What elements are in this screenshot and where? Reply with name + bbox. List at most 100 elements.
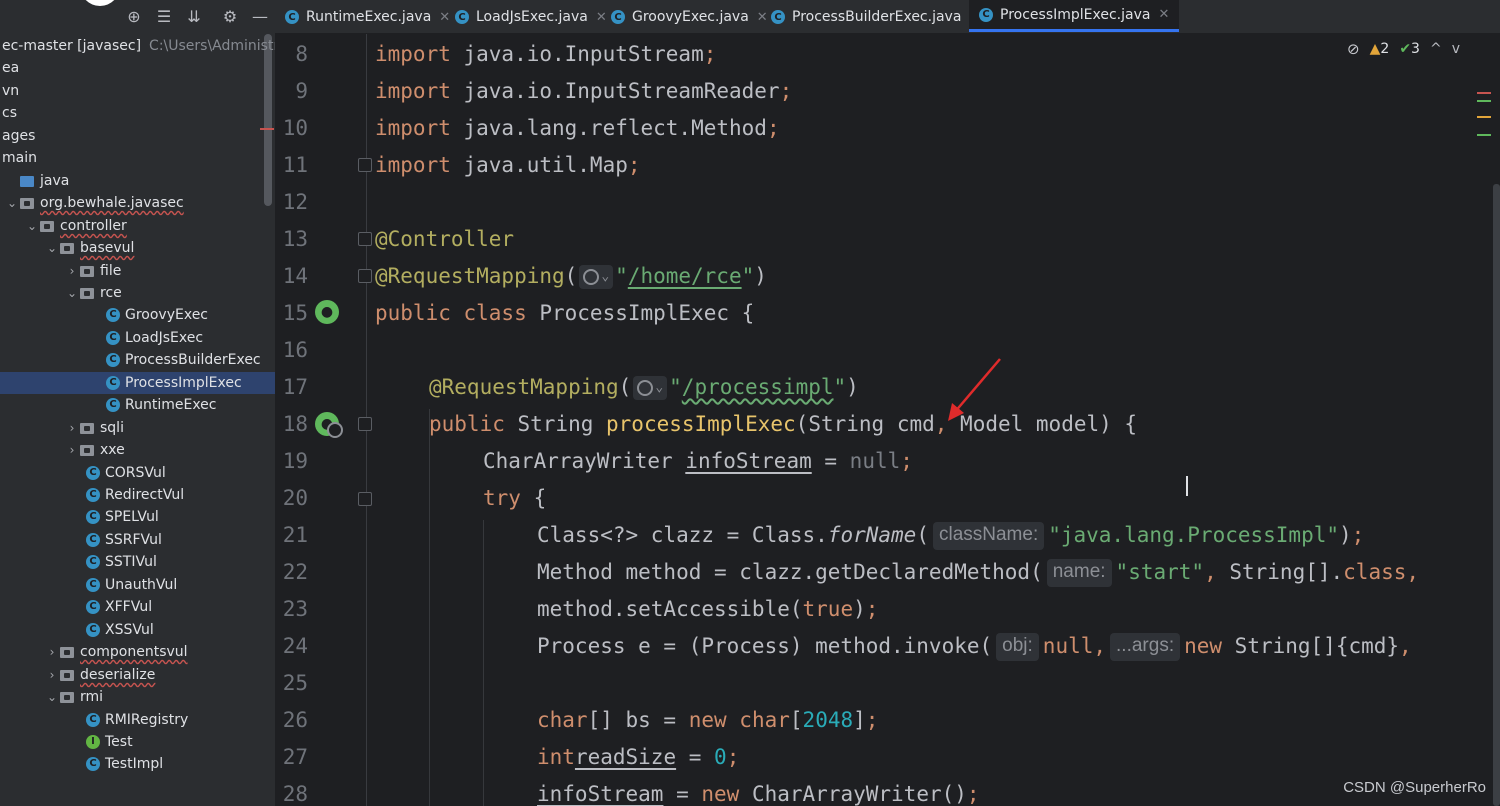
- tree-item-sstivul[interactable]: C SSTIVul: [0, 551, 275, 573]
- url-globe-icon[interactable]: ⌄: [579, 264, 614, 289]
- tree-item-deserialize[interactable]: › deserialize: [0, 664, 275, 686]
- crosshair-icon[interactable]: ⊕: [124, 7, 144, 27]
- tab-loadjsexec[interactable]: C LoadJsExec.java ✕: [455, 0, 607, 34]
- tree-item-org-bewhale-javasec[interactable]: ⌄ org.bewhale.javasec: [0, 192, 275, 214]
- tab-processbuilderexec[interactable]: C ProcessBuilderExec.java ✕: [771, 0, 980, 34]
- tree-item-groovyexec[interactable]: C GroovyExec: [0, 304, 275, 326]
- tree-item-label: xxe: [100, 442, 125, 458]
- class-icon: C: [86, 510, 100, 524]
- code-line-14: @RequestMapping(⌄ "/home/rce "): [375, 264, 767, 289]
- tab-processimplexec[interactable]: C ProcessImplExec.java ✕: [969, 0, 1180, 32]
- tree-item-vn[interactable]: vn: [0, 80, 261, 102]
- tree-item-ages[interactable]: ages: [0, 125, 261, 147]
- tree-item-label: java: [40, 173, 70, 189]
- tree-item-label: SPELVul: [105, 509, 159, 525]
- tree-item-loadjsexec[interactable]: C LoadJsExec: [0, 327, 275, 349]
- tree-item-file[interactable]: › file: [0, 260, 275, 282]
- chevron-down-icon[interactable]: ⌄: [44, 689, 60, 705]
- endpoint-icon[interactable]: ●: [315, 412, 343, 438]
- chevron-down-icon[interactable]: ⌄: [44, 240, 60, 256]
- close-icon[interactable]: ✕: [439, 10, 450, 25]
- chevron-right-icon[interactable]: ›: [64, 420, 80, 436]
- class-icon: C: [106, 353, 120, 367]
- fold-icon[interactable]: [358, 158, 372, 172]
- class-icon: C: [86, 488, 100, 502]
- settings-icon[interactable]: ⚙: [220, 7, 240, 27]
- tree-item-rce[interactable]: ⌄ rce: [0, 282, 275, 304]
- chevron-up-icon[interactable]: ^: [1430, 41, 1442, 57]
- warning-count[interactable]: ▲2: [1370, 41, 1390, 57]
- tree-item-java[interactable]: java: [0, 170, 275, 192]
- expand-all-icon[interactable]: ☰: [154, 7, 174, 27]
- weak-warning-count[interactable]: ✔3: [1399, 41, 1420, 57]
- tree-item-xssvul[interactable]: C XSSVul: [0, 619, 275, 641]
- minimize-icon[interactable]: —: [250, 7, 270, 27]
- tab-groovyexec[interactable]: C GroovyExec.java ✕: [611, 0, 768, 34]
- param-hint: className:: [932, 521, 1045, 550]
- chevron-right-icon[interactable]: ›: [44, 644, 60, 660]
- close-icon[interactable]: ✕: [757, 10, 768, 25]
- tree-item-main[interactable]: ⌄main: [0, 147, 261, 169]
- tree-item-ssrfvul[interactable]: C SSRFVul: [0, 529, 275, 551]
- inspection-widget[interactable]: ⊘ ▲2 ✔3 ^ v: [1347, 38, 1460, 60]
- fold-icon[interactable]: [358, 492, 372, 506]
- tree-item-ec-master-javasec[interactable]: ec-master [javasec] C:\Users\Administrato: [0, 35, 275, 57]
- line-number: 22: [282, 560, 308, 584]
- chevron-right-icon[interactable]: ›: [64, 442, 80, 458]
- fold-icon[interactable]: [358, 417, 372, 431]
- chevron-down-icon[interactable]: ⌄: [64, 285, 80, 301]
- tree-item-ea[interactable]: ea: [0, 57, 261, 79]
- tree-item-cs[interactable]: cs: [0, 102, 261, 124]
- tree-item-sqli[interactable]: › sqli: [0, 417, 275, 439]
- tree-item-basevul[interactable]: ⌄ basevul: [0, 237, 275, 259]
- tab-label: ProcessImplExec.java: [1000, 6, 1151, 23]
- eye-off-icon[interactable]: ⊘: [1347, 40, 1360, 58]
- tab-label: GroovyExec.java: [632, 9, 749, 25]
- line-number: 19: [282, 449, 308, 473]
- chevron-right-icon[interactable]: ›: [44, 667, 60, 683]
- tree-item-redirectvul[interactable]: C RedirectVul: [0, 484, 275, 506]
- class-icon: C: [86, 555, 100, 569]
- tree-item-xxe[interactable]: › xxe: [0, 439, 275, 461]
- tree-item-componentsvul[interactable]: › componentsvul: [0, 641, 275, 663]
- tree-item-test[interactable]: I Test: [0, 731, 275, 753]
- close-icon[interactable]: ✕: [1158, 7, 1169, 22]
- tree-item-processbuilderexec[interactable]: C ProcessBuilderExec: [0, 349, 275, 371]
- tree-item-unauthvul[interactable]: C UnauthVul: [0, 574, 275, 596]
- chevron-down-icon[interactable]: ⌄: [24, 218, 40, 234]
- tree-item-spelvul[interactable]: C SPELVul: [0, 506, 275, 528]
- tree-item-testimpl[interactable]: C TestImpl: [0, 753, 275, 775]
- tree-item-xffvul[interactable]: C XFFVul: [0, 596, 275, 618]
- spring-bean-icon[interactable]: ●: [315, 300, 339, 324]
- change-stripe: [1477, 134, 1491, 136]
- fold-icon[interactable]: [358, 232, 372, 246]
- folder-icon: [60, 242, 74, 254]
- close-icon[interactable]: ✕: [596, 10, 607, 25]
- tree-item-controller[interactable]: ⌄ controller: [0, 215, 275, 237]
- fold-icon[interactable]: [358, 269, 372, 283]
- chevron-right-icon[interactable]: ›: [64, 263, 80, 279]
- tree-item-rmi[interactable]: ⌄ rmi: [0, 686, 275, 708]
- code-line-27: int readSize = 0;: [537, 745, 740, 769]
- chevron-down-icon[interactable]: ⌄: [4, 195, 20, 211]
- class-icon: C: [86, 600, 100, 614]
- code-line-8: import java.io.InputStream;: [375, 42, 717, 66]
- folder-icon: [80, 444, 94, 456]
- chevron-down-icon[interactable]: v: [1452, 41, 1460, 57]
- tab-runtimeexec[interactable]: C RuntimeExec.java ✕: [285, 0, 450, 34]
- code-editor[interactable]: 8 9 10 11 12 13 14 15 16 17 18 19 20 21 22 23 24 25 26 27 28…: [275, 34, 1500, 806]
- collapse-all-icon[interactable]: ⇊: [184, 7, 204, 27]
- tree-item-runtimeexec[interactable]: C RuntimeExec: [0, 394, 275, 416]
- tree-item-corsvul[interactable]: C CORSVul: [0, 462, 275, 484]
- editor-scrollbar[interactable]: [1493, 184, 1500, 806]
- tree-item-label: RuntimeExec: [125, 397, 217, 413]
- text-cursor: [1186, 476, 1188, 496]
- url-globe-icon[interactable]: ⌄: [633, 375, 668, 400]
- class-icon: C: [285, 10, 299, 24]
- tree-item-processimplexec[interactable]: C ProcessImplExec: [0, 372, 275, 394]
- tree-item-rmiregistry[interactable]: C RMIRegistry: [0, 709, 275, 731]
